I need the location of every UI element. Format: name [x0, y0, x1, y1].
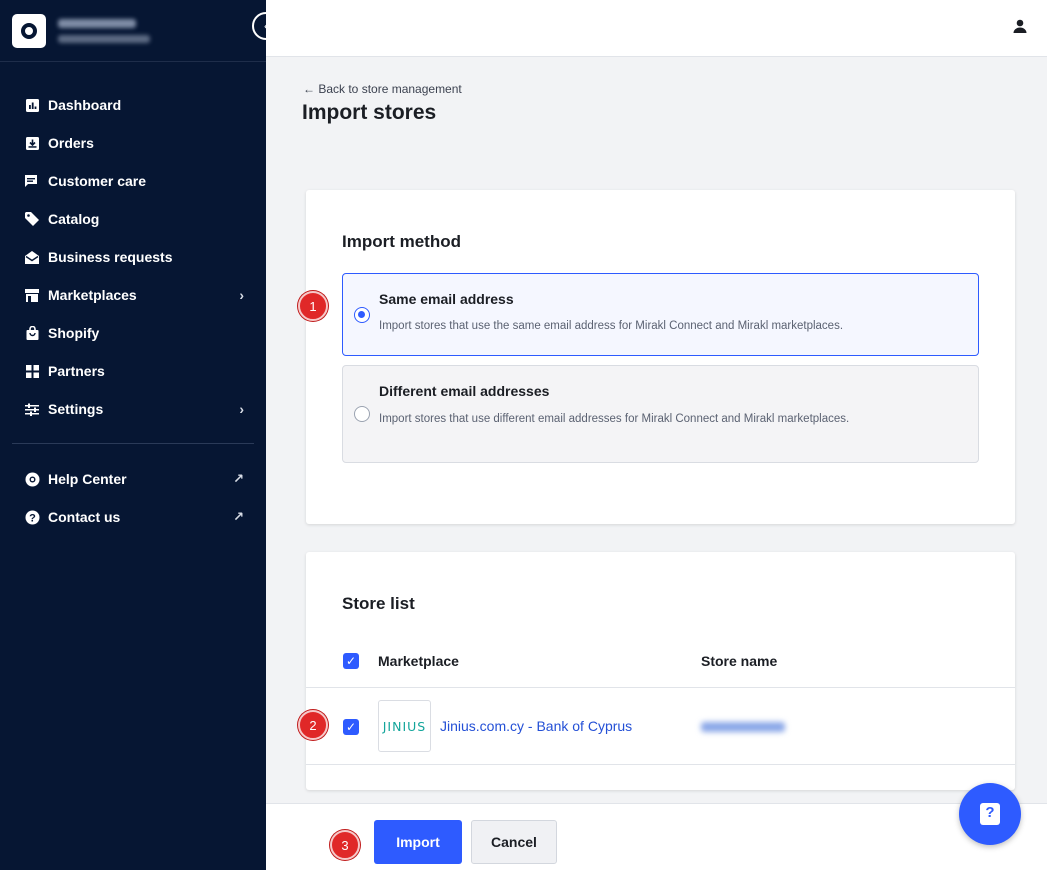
- option-description: Import stores that use the same email ad…: [379, 320, 844, 332]
- marketplace-logo: JINIUS: [378, 700, 431, 752]
- user-icon[interactable]: [1013, 19, 1029, 37]
- import-method-card: Import method Same email address Import …: [306, 190, 1015, 524]
- sidebar-item-dashboard[interactable]: Dashboard: [0, 86, 266, 124]
- marketplace-name-link[interactable]: Jinius.com.cy - Bank of Cyprus: [440, 718, 632, 734]
- external-link-icon: ↗: [233, 509, 244, 524]
- help-question-icon: ?: [980, 803, 1000, 825]
- table-divider: [306, 764, 1015, 765]
- store-name-redacted: [701, 722, 785, 732]
- help-chat-button[interactable]: ?: [959, 783, 1021, 845]
- sidebar: ‹ Dashboard Orders Customer care Catalog…: [0, 0, 280, 870]
- sidebar-item-label: Shopify: [48, 325, 100, 341]
- logo-ring-icon: [21, 22, 37, 39]
- chevron-right-icon: ›: [239, 287, 244, 303]
- chevron-right-icon: ›: [239, 401, 244, 417]
- row-checkbox[interactable]: ✓: [343, 719, 359, 735]
- account-subtitle-redacted: [58, 34, 150, 43]
- step-marker-1: 1: [298, 291, 328, 321]
- shopping-bag-icon: [24, 325, 40, 341]
- store-list-card: Store list ✓ Marketplace Store name ✓ JI…: [306, 552, 1015, 790]
- import-method-title: Import method: [342, 232, 461, 251]
- top-bar: [266, 0, 1047, 57]
- table-divider: [306, 687, 1015, 688]
- sidebar-item-label: Dashboard: [48, 97, 122, 113]
- lifebuoy-icon: [24, 471, 40, 487]
- select-all-checkbox[interactable]: ✓: [343, 653, 359, 669]
- radio-same-email[interactable]: [354, 307, 370, 323]
- column-header-store-name: Store name: [701, 653, 778, 669]
- option-different-emails[interactable]: Different email addresses Import stores …: [342, 365, 979, 463]
- orders-icon: [24, 135, 40, 151]
- sidebar-item-label: Catalog: [48, 211, 100, 227]
- option-title: Same email address: [379, 291, 514, 307]
- cancel-button[interactable]: Cancel: [471, 820, 557, 864]
- sidebar-item-settings[interactable]: Settings ›: [0, 390, 266, 428]
- account-name-redacted: [58, 18, 136, 28]
- tag-icon: [24, 211, 40, 227]
- action-footer: Import Cancel: [266, 803, 1047, 870]
- sidebar-item-label: Marketplaces: [48, 287, 137, 303]
- sidebar-item-contact-us[interactable]: ? Contact us ↗: [0, 498, 266, 536]
- sidebar-item-label: Contact us: [48, 509, 121, 525]
- question-circle-icon: ?: [24, 509, 40, 525]
- sidebar-item-shopify[interactable]: Shopify: [0, 314, 266, 352]
- step-marker-2: 2: [298, 710, 328, 740]
- sidebar-item-marketplaces[interactable]: Marketplaces ›: [0, 276, 266, 314]
- grid-icon: [24, 363, 40, 379]
- sidebar-item-label: Customer care: [48, 173, 147, 189]
- sidebar-item-label: Settings: [48, 401, 104, 417]
- column-header-marketplace: Marketplace: [378, 653, 459, 669]
- app-logo[interactable]: [12, 13, 46, 48]
- option-description: Import stores that use different email a…: [379, 413, 850, 425]
- sidebar-item-label: Business requests: [48, 249, 173, 265]
- chat-icon: [24, 173, 40, 189]
- sidebar-item-label: Partners: [48, 363, 105, 379]
- sidebar-item-label: Orders: [48, 135, 94, 151]
- svg-text:?: ?: [29, 512, 36, 524]
- sidebar-item-orders[interactable]: Orders: [0, 124, 266, 162]
- import-button[interactable]: Import: [374, 820, 462, 864]
- sidebar-header: ‹: [0, 0, 280, 62]
- sliders-icon: [24, 401, 40, 417]
- store-list-title: Store list: [342, 594, 415, 613]
- option-same-email[interactable]: Same email address Import stores that us…: [342, 273, 979, 356]
- sidebar-item-business-requests[interactable]: Business requests: [0, 238, 266, 276]
- step-marker-3: 3: [330, 830, 360, 860]
- page-title: Import stores: [302, 101, 437, 124]
- sidebar-nav: Dashboard Orders Customer care Catalog B…: [0, 62, 266, 536]
- sidebar-item-partners[interactable]: Partners: [0, 352, 266, 390]
- envelope-open-icon: [24, 249, 40, 265]
- store-icon: [24, 287, 40, 303]
- option-title: Different email addresses: [379, 383, 550, 399]
- radio-different-emails[interactable]: [354, 406, 370, 422]
- sidebar-item-label: Help Center: [48, 471, 127, 487]
- sidebar-item-help-center[interactable]: Help Center ↗: [0, 460, 266, 498]
- dashboard-icon: [24, 97, 40, 113]
- account-switcher[interactable]: [58, 18, 150, 43]
- sidebar-item-customer-care[interactable]: Customer care: [0, 162, 266, 200]
- back-to-store-management-link[interactable]: ← Back to store management: [303, 82, 462, 96]
- sidebar-divider: [12, 443, 254, 444]
- external-link-icon: ↗: [233, 471, 244, 486]
- sidebar-item-catalog[interactable]: Catalog: [0, 200, 266, 238]
